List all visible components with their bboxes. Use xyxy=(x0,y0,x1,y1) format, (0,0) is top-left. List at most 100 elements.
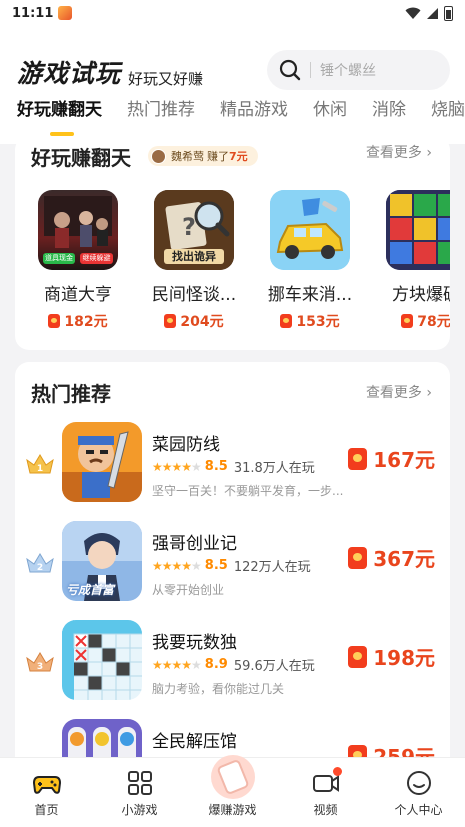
game-description: 从零开始创业 xyxy=(152,583,225,597)
icon-badge-text: 亏成首富 xyxy=(66,583,115,597)
page-subtitle: 好玩又好赚 xyxy=(128,70,204,88)
red-packet-icon xyxy=(401,314,414,328)
reward-amount: 153元 xyxy=(296,314,340,330)
game-players: 122万人在玩 xyxy=(233,560,311,575)
nav-home[interactable]: 首页 xyxy=(0,758,93,827)
game-meta: ★★★★★ 8.5 122万人在玩 xyxy=(152,556,311,575)
game-name: 全民解压馆 xyxy=(152,732,237,752)
game-artwork xyxy=(386,190,450,270)
status-time: 11:11 xyxy=(12,5,54,21)
bottom-nav: 首页 小游戏 爆赚游戏 视频 个人中心 xyxy=(0,755,465,827)
game-reward: 198元 xyxy=(348,642,435,671)
featured-icon-inner xyxy=(215,758,250,796)
game-description: 脑力考验，看你能过几关 xyxy=(152,682,285,696)
nav-mini-games[interactable]: 小游戏 xyxy=(93,758,186,827)
red-packet-icon xyxy=(48,314,61,328)
tab-casual[interactable]: 休闲 xyxy=(296,96,355,136)
page-title: 游戏试玩 xyxy=(17,59,122,88)
game-badge: 找出诡异 xyxy=(172,250,216,263)
earn-section: 好玩赚翻天 魏希莺 赚了 7元 查看更多 › 道具现金 继续躲避 商道大亨 18 xyxy=(15,136,450,350)
tab-featured[interactable]: 精品游戏 xyxy=(203,96,296,136)
tab-earn[interactable]: 好玩赚翻天 xyxy=(0,96,110,136)
game-reward: 153元 xyxy=(280,311,340,331)
bronze-crown-icon: 3 xyxy=(26,652,54,672)
red-packet-icon xyxy=(280,314,293,328)
game-name: 方块爆破 xyxy=(392,285,450,305)
tab-match[interactable]: 消除 xyxy=(355,96,414,136)
search-divider xyxy=(310,62,311,78)
status-bar: 11:11 xyxy=(0,0,465,26)
silver-crown-icon: 2 xyxy=(26,553,54,573)
earn-game-list: 道具现金 继续躲避 商道大亨 182元 ? 找出诡异 民间怪谈... 204元 xyxy=(15,190,450,340)
game-reward: 78元 xyxy=(401,311,450,331)
earn-game-item[interactable]: 道具现金 继续躲避 商道大亨 182元 xyxy=(23,190,133,332)
battery-icon xyxy=(444,5,453,21)
rating-stars: ★★★★★ xyxy=(152,558,202,573)
game-players: 59.6万人在玩 xyxy=(233,659,315,674)
rating-stars: ★★★★★ xyxy=(152,459,202,474)
reward-amount: 167元 xyxy=(373,448,435,472)
red-packet-icon xyxy=(210,755,255,799)
search-placeholder: 锤个螺丝 xyxy=(320,63,376,79)
nav-label: 个人中心 xyxy=(394,803,443,817)
game-artwork xyxy=(62,620,142,700)
game-name: 挪车来消... xyxy=(267,285,353,305)
tab-puzzle[interactable]: 烧脑 xyxy=(414,96,465,136)
rank-number: 2 xyxy=(37,563,43,573)
earn-section-title: 好玩赚翻天 xyxy=(31,146,131,170)
game-meta: ★★★★★ 8.9 59.6万人在玩 xyxy=(152,655,315,674)
reward-amount: 198元 xyxy=(373,646,435,670)
game-badge: 道具现金 xyxy=(45,254,73,262)
category-tabs: 好玩赚翻天 热门推荐 精品游戏 休闲 消除 烧脑 xyxy=(0,96,465,136)
app-notification-icon xyxy=(58,6,73,20)
red-packet-icon xyxy=(348,447,368,470)
hot-game-item[interactable]: 2 亏成首富 强哥创业记 ★★★★★ 8.5 122万人在玩 从零开始创业 36… xyxy=(15,521,450,603)
reward-amount: 78元 xyxy=(417,314,450,330)
game-description: 坚守一百关！不要躺平发育，一步... xyxy=(152,484,344,498)
red-packet-icon xyxy=(164,314,177,328)
nav-profile[interactable]: 个人中心 xyxy=(372,758,465,827)
gold-crown-icon: 1 xyxy=(26,454,54,474)
game-score: 8.5 xyxy=(204,558,228,573)
search-input[interactable]: 锤个螺丝 xyxy=(267,50,450,90)
game-icon-shudu xyxy=(62,620,142,700)
game-players: 31.8万人在玩 xyxy=(233,461,315,476)
game-icon-qiangge: 亏成首富 xyxy=(62,521,142,601)
notice-amount: 7元 xyxy=(229,150,248,163)
game-icon-minjian: ? 找出诡异 xyxy=(154,190,234,270)
game-name: 强哥创业记 xyxy=(152,534,237,554)
hot-see-more-link[interactable]: 查看更多 › xyxy=(366,382,432,402)
tab-hot[interactable]: 热门推荐 xyxy=(110,96,203,136)
notice-user: 魏希莺 xyxy=(171,150,204,163)
reward-amount: 204元 xyxy=(180,314,224,330)
header: 游戏试玩 好玩又好赚 锤个螺丝 好玩赚翻天 热门推荐 精品游戏 休闲 消除 烧脑 xyxy=(0,26,465,144)
game-icon-fangkuai xyxy=(386,190,450,270)
game-name: 民间怪谈... xyxy=(151,285,237,305)
game-reward: 367元 xyxy=(348,543,435,572)
grid-icon xyxy=(127,771,152,795)
hot-section: 热门推荐 查看更多 › 1 菜园防线 ★★★★★ 8.5 31.8万人在玩 坚守… xyxy=(15,362,450,782)
game-score: 8.5 xyxy=(204,459,228,474)
earn-game-item[interactable]: 方块爆破 78元 xyxy=(371,190,450,332)
cell-signal-icon xyxy=(427,7,438,19)
avatar xyxy=(151,148,166,164)
nav-hot-earn[interactable]: 爆赚游戏 xyxy=(186,755,279,827)
nav-label: 小游戏 xyxy=(121,803,158,817)
game-name: 商道大亨 xyxy=(44,285,112,305)
game-icon-shangdao: 道具现金 继续躲避 xyxy=(38,190,118,270)
hot-game-item[interactable]: 3 我要玩数独 ★★★★★ 8.9 59.6万人在玩 脑力考验，看你能过几关 1… xyxy=(15,620,450,702)
nav-video[interactable]: 视频 xyxy=(279,758,372,827)
earn-see-more-link[interactable]: 查看更多 › xyxy=(366,142,432,162)
game-badge: 继续躲避 xyxy=(82,254,111,262)
status-icons xyxy=(405,5,453,21)
notification-dot xyxy=(333,767,342,776)
earn-game-item[interactable]: ? 找出诡异 民间怪谈... 204元 xyxy=(139,190,249,332)
game-name: 菜园防线 xyxy=(152,435,220,455)
rank-number: 3 xyxy=(37,662,43,672)
game-icon-nuoche xyxy=(270,190,350,270)
hot-game-item[interactable]: 1 菜园防线 ★★★★★ 8.5 31.8万人在玩 坚守一百关！不要躺平发育，一… xyxy=(15,422,450,504)
profile-icon xyxy=(406,771,431,795)
hot-section-title: 热门推荐 xyxy=(31,382,111,406)
earn-game-item[interactable]: 挪车来消... 153元 xyxy=(255,190,365,332)
notice-text: 赚了 xyxy=(207,150,229,163)
